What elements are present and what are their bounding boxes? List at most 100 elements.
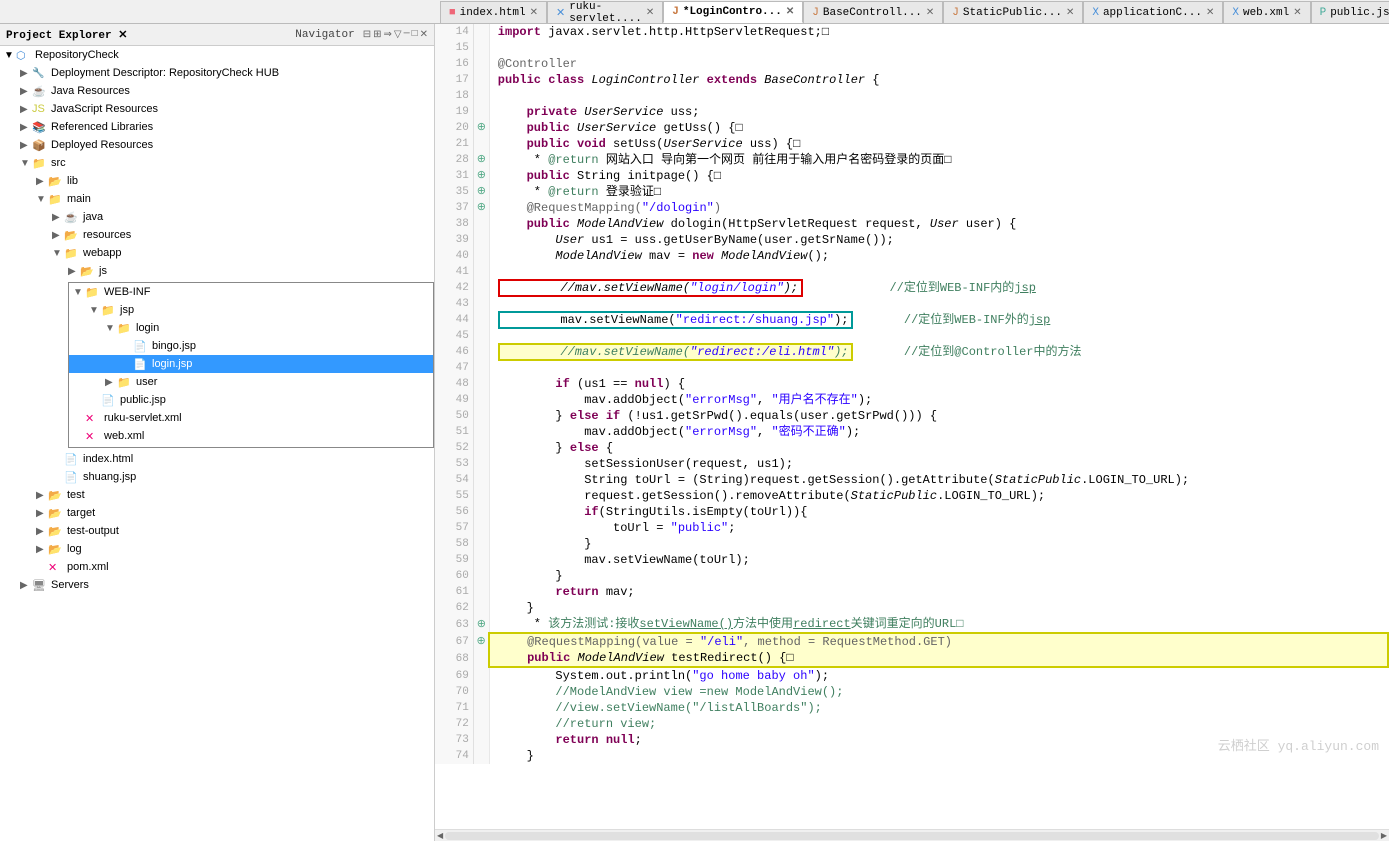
close-icon[interactable]: ✕ [1066, 7, 1074, 19]
line-number: 45 [435, 328, 473, 344]
tree-item-index-html[interactable]: 📄 index.html [0, 450, 434, 468]
tree-item-pom-xml[interactable]: ✕ pom.xml [0, 558, 434, 576]
expand-arrow: ▶ [52, 212, 64, 223]
tree-item-log[interactable]: ▶ 📂 log [0, 540, 434, 558]
navigator-tab[interactable]: Navigator [289, 29, 360, 41]
tab-index-html[interactable]: ■ index.html ✕ [440, 1, 547, 23]
tab-application-c[interactable]: X applicationC... ✕ [1083, 1, 1223, 23]
panel-icon-link[interactable]: ⇒ [383, 29, 391, 41]
line-number: 74 [435, 748, 473, 764]
code-line-62: 62 } [435, 600, 1388, 616]
tree-item-servers[interactable]: ▶ 🖥 Servers [0, 576, 434, 594]
panel-icon-max[interactable]: □ [412, 29, 418, 41]
line-number: 62 [435, 600, 473, 616]
xml-file-icon3: X [1232, 7, 1239, 19]
code-line-60: 60 } [435, 568, 1388, 584]
tab-static-public[interactable]: J StaticPublic... ✕ [943, 1, 1083, 23]
scroll-track[interactable] [445, 832, 1379, 840]
tab-web-xml[interactable]: X web.xml ✕ [1223, 1, 1310, 23]
line-content [489, 328, 1388, 344]
line-number: 72 [435, 716, 473, 732]
tree-item-dep-res[interactable]: ▶ 📦 Deployed Resources [0, 136, 434, 154]
src-folder-icon: 📁 [32, 157, 48, 170]
panel-icon-min[interactable]: ─ [404, 29, 410, 41]
scroll-left-arrow[interactable]: ◀ [437, 831, 443, 841]
tree-item-js[interactable]: ▶ 📂 js [0, 262, 434, 280]
code-view[interactable]: 14 import javax.servlet.http.HttpServlet… [435, 24, 1389, 829]
tree-item-web-xml[interactable]: ✕ web.xml [69, 427, 433, 445]
line-marker [473, 24, 489, 40]
tree-item-webapp[interactable]: ▼ 📁 webapp [0, 244, 434, 262]
tree-item-resources[interactable]: ▶ 📂 resources [0, 226, 434, 244]
tree-item-ruku-xml[interactable]: ✕ ruku-servlet.xml [69, 409, 433, 427]
tree-item-java-res[interactable]: ▶ ☕ Java Resources [0, 82, 434, 100]
tab-public-jsp[interactable]: P public.jsp ✕ [1311, 1, 1389, 23]
close-icon[interactable]: ✕ [786, 6, 794, 18]
tab-base-controller[interactable]: J BaseControll... ✕ [803, 1, 943, 23]
line-content: //return view; [489, 716, 1388, 732]
close-icon[interactable]: ✕ [646, 7, 654, 19]
java-icon: ☕ [64, 211, 80, 224]
java-res-icon: ☕ [32, 85, 48, 98]
tree-item-user-folder[interactable]: ▶ 📁 user [69, 373, 433, 391]
code-line-44: 44 mav.setViewName("redirect:/shuang.jsp… [435, 312, 1388, 328]
line-number: 56 [435, 504, 473, 520]
tree-item-root[interactable]: ▼ ⬡ RepositoryCheck [0, 46, 434, 64]
panel-icon-menu[interactable]: ▽ [394, 29, 402, 41]
expand-arrow: ▶ [36, 526, 48, 537]
tree-item-login-folder[interactable]: ▼ 📁 login [69, 319, 433, 337]
tree-item-main[interactable]: ▼ 📁 main [0, 190, 434, 208]
scroll-right-arrow[interactable]: ▶ [1381, 831, 1387, 841]
line-marker [473, 392, 489, 408]
line-content-44: mav.setViewName("redirect:/shuang.jsp");… [489, 312, 1388, 328]
line-number: 49 [435, 392, 473, 408]
line-content: public ModelAndView dologin(HttpServletR… [489, 216, 1388, 232]
tree-item-public-jsp[interactable]: 📄 public.jsp [69, 391, 433, 409]
tree-item-login-jsp[interactable]: 📄 login.jsp [69, 355, 433, 373]
tree-item-test-output[interactable]: ▶ 📂 test-output [0, 522, 434, 540]
html-file-icon: ■ [449, 7, 456, 19]
line-content: request.getSession().removeAttribute(Sta… [489, 488, 1388, 504]
tree-item-shuang-jsp[interactable]: 📄 shuang.jsp [0, 468, 434, 486]
code-line-51: 51 mav.addObject("errorMsg", "密码不正确"); [435, 424, 1388, 440]
close-icon[interactable]: ✕ [530, 7, 538, 19]
tree-item-target[interactable]: ▶ 📂 target [0, 504, 434, 522]
expand-arrow: ▶ [20, 122, 32, 133]
tree-item-bingo-jsp[interactable]: 📄 bingo.jsp [69, 337, 433, 355]
panel-icon-collapse[interactable]: ⊟ [363, 29, 371, 41]
tree-container[interactable]: ▼ ⬡ RepositoryCheck ▶ 🔧 Deployment Descr… [0, 46, 434, 841]
tree-item-ref-libs[interactable]: ▶ 📚 Referenced Libraries [0, 118, 434, 136]
java-file-icon2: J [812, 7, 819, 19]
close-icon[interactable]: ✕ [1293, 7, 1301, 19]
tree-item-jsp[interactable]: ▼ 📁 jsp [69, 301, 433, 319]
line-marker [473, 376, 489, 392]
panel-icon-expand[interactable]: ⊞ [373, 29, 381, 41]
tree-item-js-res[interactable]: ▶ JS JavaScript Resources [0, 100, 434, 118]
tree-item-src[interactable]: ▼ 📁 src [0, 154, 434, 172]
tab-login-controller[interactable]: J *LoginContro... ✕ [663, 1, 803, 23]
editor-area: 14 import javax.servlet.http.HttpServlet… [435, 24, 1389, 841]
code-line-58: 58 } [435, 536, 1388, 552]
close-icon[interactable]: ✕ [1206, 7, 1214, 19]
deploy-label: Deployment Descriptor: RepositoryCheck H… [51, 67, 279, 79]
horizontal-scrollbar[interactable]: ◀ ▶ [435, 829, 1389, 841]
expand-arrow: ▶ [36, 176, 48, 187]
line-number: 57 [435, 520, 473, 536]
panel-icon-close[interactable]: ✕ [420, 29, 428, 41]
line-marker [473, 344, 489, 360]
tab-ruku-servlet[interactable]: ✕ ruku-servlet.... ✕ [547, 1, 663, 23]
tree-item-webinf[interactable]: ▼ 📁 WEB-INF [69, 283, 433, 301]
jsp-folder-icon: 📁 [101, 304, 117, 317]
close-icon[interactable]: ✕ [926, 7, 934, 19]
line-marker [473, 280, 489, 296]
tree-item-java[interactable]: ▶ ☕ java [0, 208, 434, 226]
tree-item-deployment[interactable]: ▶ 🔧 Deployment Descriptor: RepositoryChe… [0, 64, 434, 82]
tree-item-lib[interactable]: ▶ 📂 lib [0, 172, 434, 190]
line-content: public class LoginController extends Bas… [489, 72, 1388, 88]
code-line-43: 43 [435, 296, 1388, 312]
lib-label: lib [67, 175, 78, 187]
line-content [489, 40, 1388, 56]
tree-item-test[interactable]: ▶ 📂 test [0, 486, 434, 504]
line-number: 46 [435, 344, 473, 360]
line-content: String toUrl = (String)request.getSessio… [489, 472, 1388, 488]
